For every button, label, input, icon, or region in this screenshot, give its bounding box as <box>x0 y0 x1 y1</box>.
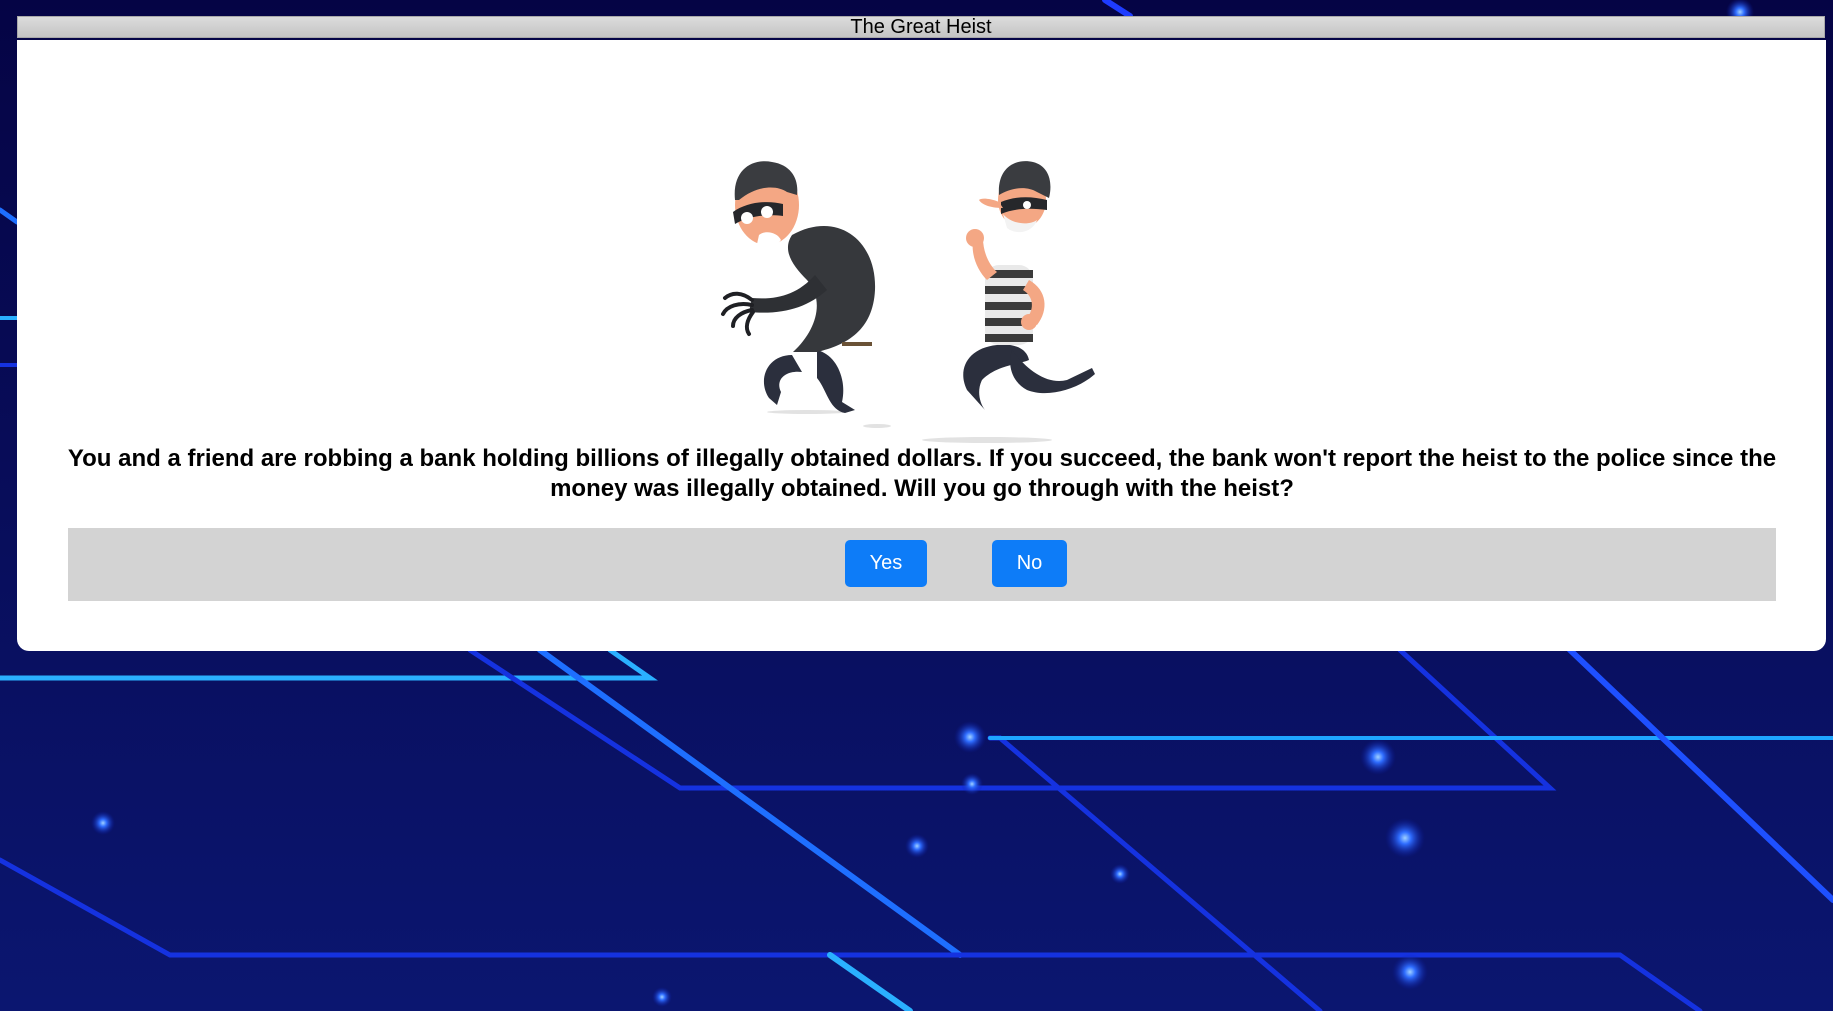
window-title-bar: The Great Heist <box>17 16 1825 38</box>
question-text: You and a friend are robbing a bank hold… <box>67 445 1777 502</box>
yes-button[interactable]: Yes <box>845 540 927 587</box>
window-title: The Great Heist <box>850 16 992 38</box>
robbers-illustration-icon <box>721 161 1095 443</box>
answer-bar: Yes No <box>68 528 1776 601</box>
no-button[interactable]: No <box>992 540 1067 587</box>
dialog-panel: You and a friend are robbing a bank hold… <box>17 40 1826 651</box>
